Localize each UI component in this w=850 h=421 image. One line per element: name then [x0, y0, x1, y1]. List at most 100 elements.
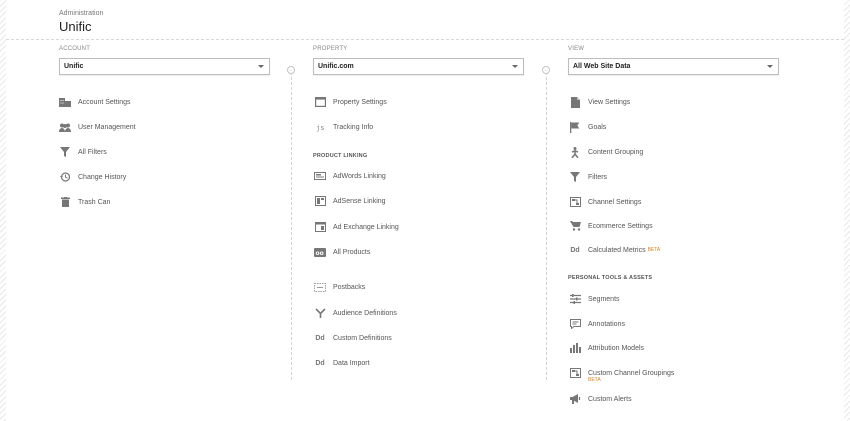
trash-icon — [59, 196, 71, 208]
property-selected: Unific.com — [318, 63, 354, 70]
trash-can-label: Trash Can — [78, 198, 111, 206]
person-walk-icon — [569, 146, 581, 158]
data-import-label: Data Import — [333, 359, 370, 367]
property-label: PROPERTY — [313, 46, 348, 52]
adsense-linking-label: AdSense Linking — [333, 197, 386, 205]
beta-badge: BETA — [647, 247, 661, 253]
view-settings-link[interactable]: View Settings — [569, 95, 630, 109]
caret-down-icon — [767, 65, 773, 68]
change-history-link[interactable]: Change History — [59, 170, 126, 184]
filters-label: Filters — [588, 173, 608, 181]
account-settings-link[interactable]: Account Settings — [59, 95, 131, 109]
data-import-link[interactable]: Dd Data Import — [314, 356, 370, 370]
calculated-metrics-label: Calculated Metrics — [588, 246, 646, 254]
column-divider-1 — [291, 72, 292, 380]
beta-badge: BETA — [588, 377, 601, 383]
adwords-linking-link[interactable]: AdWords Linking — [314, 169, 386, 183]
account-selected: Unific — [64, 63, 84, 70]
user-management-link[interactable]: User Management — [59, 120, 136, 134]
custom-alerts-link[interactable]: Custom Alerts — [569, 392, 632, 406]
goals-link[interactable]: Goals — [569, 120, 606, 134]
account-column: ACCOUNT Unific — [59, 46, 270, 75]
account-label: ACCOUNT — [59, 46, 91, 52]
svg-text:oo: oo — [316, 250, 324, 257]
caret-down-icon — [512, 65, 518, 68]
property-settings-link[interactable]: Property Settings — [314, 95, 387, 109]
column-toggle-2[interactable]: ← — [542, 66, 550, 74]
view-label: VIEW — [568, 46, 585, 52]
view-selector[interactable]: All Web Site Data — [568, 58, 779, 75]
trash-can-link[interactable]: Trash Can — [59, 195, 110, 209]
audience-definitions-link[interactable]: Audience Definitions — [314, 306, 397, 320]
calculated-metrics-link[interactable]: Dd Calculated Metrics BETA — [569, 243, 660, 257]
document-icon — [569, 96, 581, 108]
custom-definitions-label: Custom Definitions — [333, 334, 392, 342]
change-history-label: Change History — [78, 173, 127, 181]
dd-icon: Dd — [314, 357, 326, 369]
custom-definitions-link[interactable]: Dd Custom Definitions — [314, 331, 392, 345]
all-filters-link[interactable]: All Filters — [59, 145, 107, 159]
flag-icon — [569, 121, 581, 133]
ecommerce-settings-label: Ecommerce Settings — [588, 222, 653, 230]
adwords-icon — [314, 170, 326, 182]
dd-glyph: Dd — [315, 359, 325, 367]
dd-glyph: Dd — [570, 246, 580, 254]
segments-link[interactable]: Segments — [569, 292, 620, 306]
history-icon — [59, 171, 71, 183]
channel-settings-label: Channel Settings — [588, 198, 642, 206]
tracking-info-label: Tracking Info — [333, 123, 374, 131]
channel-icon — [569, 196, 581, 208]
users-icon — [59, 121, 71, 133]
adsense-linking-link[interactable]: AdSense Linking — [314, 194, 386, 208]
admin-panel: Administration Unific ACCOUNT Unific Acc… — [6, 0, 844, 421]
user-management-label: User Management — [78, 123, 136, 131]
custom-channel-groupings-link[interactable]: Custom Channel Groupings BETA — [569, 365, 674, 383]
view-settings-label: View Settings — [588, 98, 631, 106]
postbacks-label: Postbacks — [333, 283, 366, 291]
all-filters-label: All Filters — [78, 148, 107, 156]
caret-down-icon — [258, 65, 264, 68]
all-products-label: All Products — [333, 248, 371, 256]
filter-icon — [59, 146, 71, 158]
account-selector[interactable]: Unific — [59, 58, 270, 75]
megaphone-icon — [569, 393, 581, 405]
filters-link[interactable]: Filters — [569, 170, 607, 184]
building-icon — [59, 96, 71, 108]
goals-label: Goals — [588, 123, 607, 131]
audience-icon — [314, 307, 326, 319]
all-products-link[interactable]: oo All Products — [314, 245, 370, 259]
postbacks-link[interactable]: Postbacks — [314, 280, 365, 294]
tracking-info-link[interactable]: js Tracking Info — [314, 120, 373, 134]
segments-label: Segments — [588, 295, 620, 303]
ad-exchange-linking-label: Ad Exchange Linking — [333, 223, 399, 231]
custom-alerts-label: Custom Alerts — [588, 395, 632, 403]
annotation-icon — [569, 318, 581, 330]
adwords-linking-label: AdWords Linking — [333, 172, 386, 180]
annotations-label: Annotations — [588, 320, 625, 328]
dd-glyph: Dd — [315, 334, 325, 342]
products-icon: oo — [314, 246, 326, 258]
js-icon: js — [314, 121, 326, 133]
page-header: Administration Unific — [6, 0, 844, 40]
dd-icon: Dd — [569, 244, 581, 256]
property-column: PROPERTY Unific.com — [313, 46, 524, 75]
content-grouping-link[interactable]: Content Grouping — [569, 145, 643, 159]
dd-icon: Dd — [314, 332, 326, 344]
attribution-models-link[interactable]: Attribution Models — [569, 341, 644, 355]
breadcrumb[interactable]: Administration — [59, 10, 103, 17]
cart-icon — [569, 220, 581, 232]
ecommerce-settings-link[interactable]: Ecommerce Settings — [569, 219, 653, 233]
view-column: VIEW All Web Site Data — [568, 46, 779, 75]
attribution-models-label: Attribution Models — [588, 344, 645, 352]
property-selector[interactable]: Unific.com — [313, 58, 524, 75]
segments-icon — [569, 293, 581, 305]
channel-settings-link[interactable]: Channel Settings — [569, 195, 641, 209]
property-settings-label: Property Settings — [333, 98, 387, 106]
ad-exchange-linking-link[interactable]: Ad Exchange Linking — [314, 220, 399, 234]
filter-icon — [569, 171, 581, 183]
channel-icon — [569, 367, 581, 379]
column-toggle-1[interactable]: ← — [287, 66, 295, 74]
annotations-link[interactable]: Annotations — [569, 317, 625, 331]
page-title: Unific — [59, 19, 92, 34]
column-divider-2 — [546, 72, 547, 380]
